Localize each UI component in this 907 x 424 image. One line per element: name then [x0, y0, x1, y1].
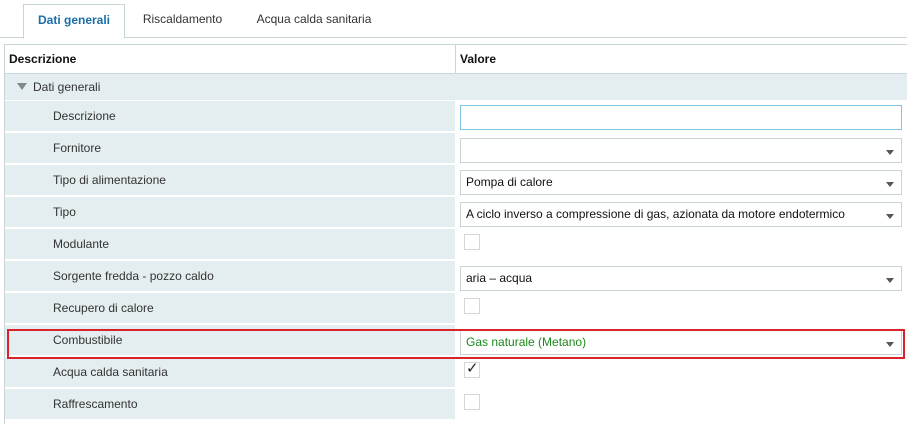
row-label: Tipo [53, 205, 76, 219]
checkmark-icon: ✓ [466, 360, 479, 377]
chevron-down-icon[interactable] [886, 182, 894, 187]
tipo-alimentazione-select[interactable]: Pompa di calore [460, 170, 902, 195]
row-combustibile: Combustibile Gas naturale (Metano) [5, 325, 907, 357]
tab-acqua-calda-sanitaria[interactable]: Acqua calda sanitaria [240, 4, 388, 38]
row-label: Raffrescamento [53, 397, 138, 411]
tab-bar: Dati generali Riscaldamento Acqua calda … [0, 0, 907, 39]
row-sorgente: Sorgente fredda - pozzo caldo aria – acq… [5, 261, 907, 293]
modulante-checkbox[interactable] [464, 234, 480, 250]
row-label: Combustibile [53, 333, 123, 347]
sorgente-select[interactable]: aria – acqua [460, 266, 902, 291]
chevron-down-icon[interactable] [886, 278, 894, 283]
chevron-down-icon[interactable] [886, 150, 894, 155]
chevron-down-icon[interactable] [886, 214, 894, 219]
tipo-select[interactable]: A ciclo inverso a compressione di gas, a… [460, 202, 902, 227]
descrizione-input[interactable] [460, 105, 902, 130]
row-label: Tipo di alimentazione [53, 173, 166, 187]
row-recupero: Recupero di calore [5, 293, 907, 325]
row-raffrescamento: Raffrescamento [5, 389, 907, 421]
chevron-down-icon[interactable] [886, 342, 894, 347]
row-label: Sorgente fredda - pozzo caldo [53, 269, 214, 283]
row-tipo-alimentazione: Tipo di alimentazione Pompa di calore [5, 165, 907, 197]
acqua-calda-checkbox[interactable]: ✓ [464, 360, 480, 378]
row-label: Descrizione [53, 109, 116, 123]
row-modulante: Modulante [5, 229, 907, 261]
select-value: aria – acqua [466, 271, 533, 285]
group-label: Dati generali [33, 80, 101, 94]
raffrescamento-checkbox[interactable] [464, 394, 480, 410]
header-description: Descrizione [9, 52, 77, 66]
recupero-checkbox[interactable] [464, 298, 480, 314]
row-label: Fornitore [53, 141, 102, 155]
row-label: Acqua calda sanitaria [53, 365, 168, 379]
group-dati-generali[interactable]: Dati generali [5, 74, 907, 101]
property-grid: Descrizione Valore Dati generali Descriz… [4, 44, 907, 424]
header-separator[interactable] [455, 45, 456, 74]
select-value: Pompa di calore [466, 175, 553, 189]
row-label: Modulante [53, 237, 110, 251]
select-value: A ciclo inverso a compressione di gas, a… [466, 207, 845, 221]
header-value: Valore [460, 52, 497, 66]
combustibile-select[interactable]: Gas naturale (Metano) [460, 330, 902, 355]
grid-header: Descrizione Valore [5, 44, 907, 74]
tab-dati-generali[interactable]: Dati generali [23, 4, 125, 39]
triangle-down-icon[interactable] [17, 83, 27, 90]
row-acqua-calda: Acqua calda sanitaria ✓ [5, 357, 907, 389]
row-fornitore: Fornitore [5, 133, 907, 165]
tab-riscaldamento[interactable]: Riscaldamento [130, 4, 235, 38]
select-value: Gas naturale (Metano) [466, 335, 587, 349]
row-tipo: Tipo A ciclo inverso a compressione di g… [5, 197, 907, 229]
row-label: Recupero di calore [53, 301, 154, 315]
fornitore-select[interactable] [460, 138, 902, 163]
row-descrizione: Descrizione [5, 101, 907, 133]
